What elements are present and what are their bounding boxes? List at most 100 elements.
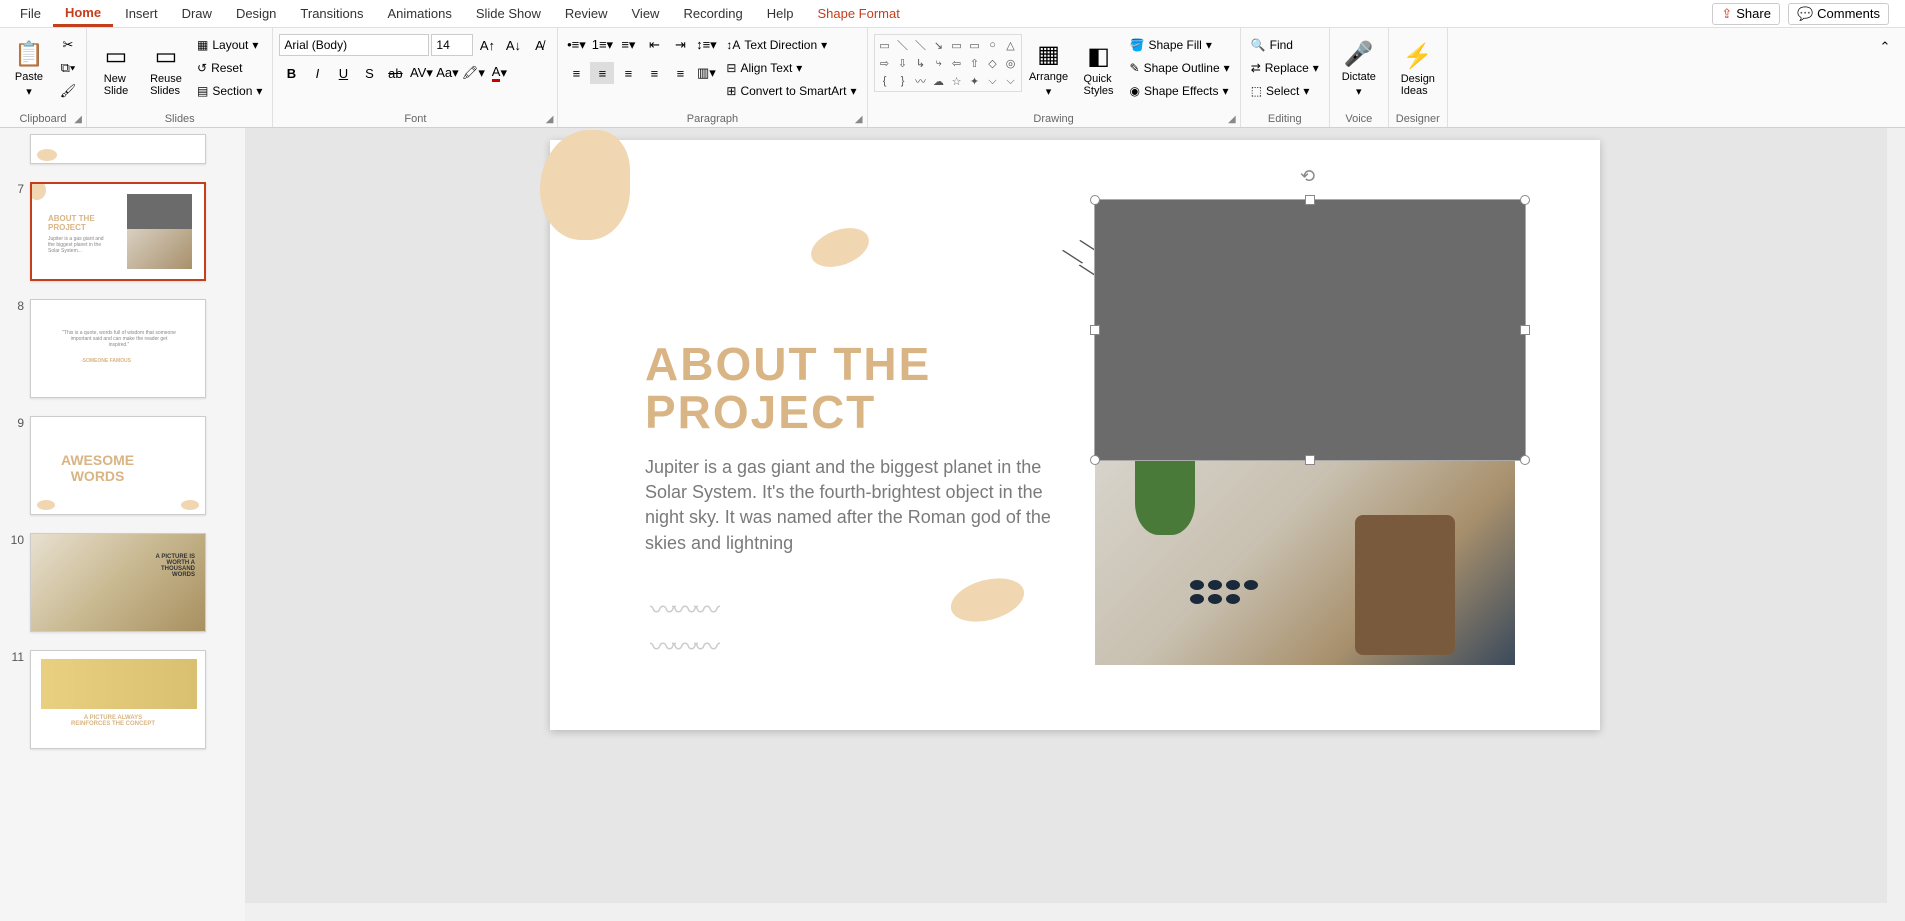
shape-line[interactable]: ＼ [895,37,911,53]
select-button[interactable]: ⬚Select ▾ [1247,80,1323,102]
comments-button[interactable]: 💬Comments [1788,3,1889,25]
resize-handle-tr[interactable] [1520,195,1530,205]
slide-thumbnails-panel[interactable]: 7 ABOUT THE PROJECT Jupiter is a gas gia… [0,128,245,921]
highlight-button[interactable]: 🖍▾ [461,62,485,84]
shape-wave[interactable]: 〰 [913,73,929,89]
align-left-button[interactable]: ≡ [564,62,588,84]
underline-button[interactable]: U [331,62,355,84]
copy-button[interactable]: ⧉▾ [56,57,80,79]
slide-canvas[interactable]: 〰〰〰〰〰〰 ╲ ╲ ╲ ╲ ╲ ABOUT THE PROJECT Jupit… [550,140,1600,730]
tab-draw[interactable]: Draw [170,2,224,25]
font-name-input[interactable] [279,34,429,56]
shape-cloud[interactable]: ☁ [931,73,947,89]
shape-rectangle[interactable]: ▭ [877,37,893,53]
tab-insert[interactable]: Insert [113,2,170,25]
paragraph-launcher[interactable]: ◢ [855,114,863,125]
increase-font-button[interactable]: A↑ [475,34,499,56]
design-ideas-button[interactable]: ⚡Design Ideas [1395,34,1441,104]
shape-tri[interactable]: △ [1003,37,1019,53]
change-case-button[interactable]: Aa▾ [435,62,459,84]
line-spacing-button[interactable]: ↕≡▾ [694,34,718,56]
replace-button[interactable]: ⇄Replace ▾ [1247,57,1323,79]
tab-recording[interactable]: Recording [671,2,754,25]
layout-button[interactable]: ▦Layout ▾ [193,34,266,56]
shape-arrow-u[interactable]: ⇧ [967,55,983,71]
bullets-button[interactable]: •≡▾ [564,34,588,56]
reset-button[interactable]: ↺Reset [193,57,266,79]
font-size-input[interactable] [431,34,473,56]
resize-handle-bm[interactable] [1305,455,1315,465]
decrease-indent-button[interactable]: ⇤ [642,34,666,56]
align-right-button[interactable]: ≡ [616,62,640,84]
shape-arrow-d[interactable]: ⇩ [895,55,911,71]
tab-view[interactable]: View [620,2,672,25]
shape-oval[interactable]: ○ [985,37,1001,53]
decrease-font-button[interactable]: A↓ [501,34,525,56]
text-direction-button[interactable]: ↕AText Direction ▾ [722,34,860,56]
tab-slideshow[interactable]: Slide Show [464,2,553,25]
slide-thumbnail-9[interactable]: AWESOME WORDS [30,416,206,515]
quick-styles-button[interactable]: ◧Quick Styles [1076,34,1122,104]
horizontal-scrollbar[interactable] [245,903,1905,921]
tab-review[interactable]: Review [553,2,620,25]
shape-fill-button[interactable]: 🪣Shape Fill ▾ [1126,34,1234,56]
collapse-ribbon-button[interactable]: ⌃ [1873,36,1897,58]
shape-rect2[interactable]: ▭ [949,37,965,53]
shape-conn2[interactable]: ⤷ [931,55,947,71]
resize-handle-mr[interactable] [1520,325,1530,335]
shape-outline-button[interactable]: ✎Shape Outline ▾ [1126,57,1234,79]
shadow-button[interactable]: S [357,62,381,84]
rotate-handle[interactable]: ⟲ [1300,166,1315,187]
shape-conn1[interactable]: ↳ [913,55,929,71]
tab-design[interactable]: Design [224,2,288,25]
columns-button[interactable]: ▥▾ [694,62,718,84]
shape-brace[interactable]: { [877,73,893,89]
slide-thumbnail-8[interactable]: "This is a quote, words full of wisdom t… [30,299,206,398]
slide-thumbnail-7[interactable]: ABOUT THE PROJECT Jupiter is a gas giant… [30,182,206,281]
slide-thumbnail-11[interactable]: A PICTURE ALWAYS REINFORCES THE CONCEPT [30,650,206,749]
resize-handle-bl[interactable] [1090,455,1100,465]
font-launcher[interactable]: ◢ [546,114,554,125]
new-slide-button[interactable]: ▭New Slide [93,34,139,104]
tab-shape-format[interactable]: Shape Format [805,2,911,25]
shape-effects-button[interactable]: ◉Shape Effects ▾ [1126,80,1234,102]
resize-handle-br[interactable] [1520,455,1530,465]
resize-handle-tm[interactable] [1305,195,1315,205]
share-button[interactable]: ⇪Share [1712,3,1780,25]
justify-button[interactable]: ≡ [642,62,666,84]
shape-arrow[interactable]: ↘ [931,37,947,53]
shape-diamond[interactable]: ◇ [985,55,1001,71]
align-center-button[interactable]: ≡ [590,62,614,84]
shape-more1[interactable]: ⌵ [985,73,1001,89]
align-text-button[interactable]: ⊟Align Text ▾ [722,57,860,79]
slide-photo[interactable] [1095,455,1515,665]
shape-more2[interactable]: ⌵ [1003,73,1019,89]
shape-rect3[interactable]: ▭ [967,37,983,53]
distributed-button[interactable]: ≡ [668,62,692,84]
dictate-button[interactable]: 🎤Dictate▾ [1336,34,1382,104]
char-spacing-button[interactable]: AV▾ [409,62,433,84]
list-level-button[interactable]: ≡▾ [616,34,640,56]
section-button[interactable]: ▤Section ▾ [193,80,266,102]
resize-handle-ml[interactable] [1090,325,1100,335]
format-painter-button[interactable]: 🖌 [56,80,80,102]
slide-title[interactable]: ABOUT THE PROJECT [645,340,931,437]
cut-button[interactable]: ✂ [56,34,80,56]
shape-line2[interactable]: ＼ [913,37,929,53]
shape-star[interactable]: ☆ [949,73,965,89]
tab-help[interactable]: Help [755,2,806,25]
slide-thumbnail-10[interactable]: A PICTURE IS WORTH A THOUSAND WORDS [30,533,206,632]
shape-sun[interactable]: ✦ [967,73,983,89]
shapes-gallery[interactable]: ▭ ＼ ＼ ↘ ▭ ▭ ○ △ ⇨ ⇩ ↳ ⤷ ⇦ ⇧ ◇ ◎ { } 〰 ☁ [874,34,1022,92]
tab-animations[interactable]: Animations [376,2,464,25]
tab-transitions[interactable]: Transitions [288,2,375,25]
selected-rectangle-shape[interactable]: ⟲ [1095,200,1525,460]
convert-smartart-button[interactable]: ⊞Convert to SmartArt ▾ [722,80,860,102]
slide-body-text[interactable]: Jupiter is a gas giant and the biggest p… [645,455,1065,556]
slide-editor-area[interactable]: 〰〰〰〰〰〰 ╲ ╲ ╲ ╲ ╲ ABOUT THE PROJECT Jupit… [245,128,1905,921]
strikethrough-button[interactable]: ab [383,62,407,84]
shape-brace2[interactable]: } [895,73,911,89]
slide-thumbnail-6-partial[interactable] [30,134,206,164]
vertical-scrollbar[interactable] [1887,128,1905,903]
shape-arrow-b[interactable]: ⇦ [949,55,965,71]
